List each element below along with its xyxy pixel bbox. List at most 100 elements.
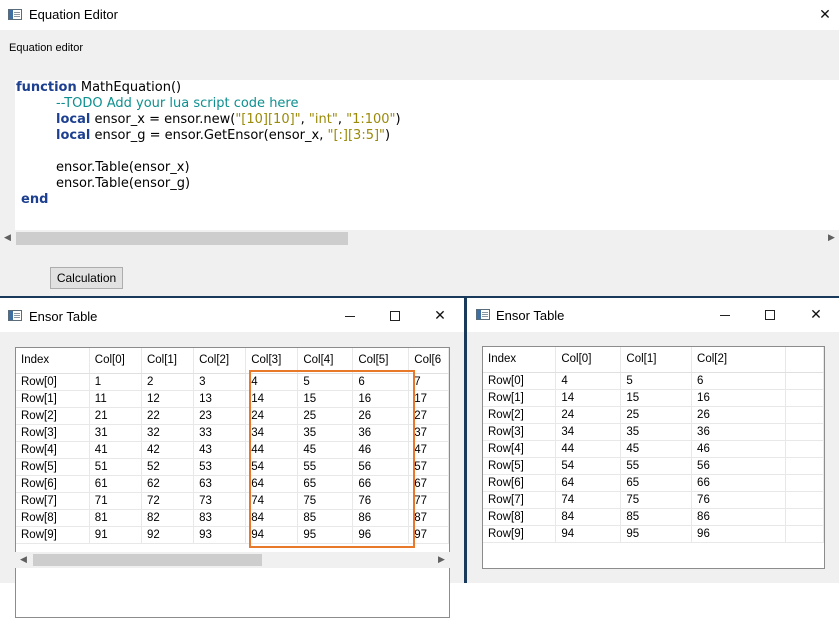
- table-cell[interactable]: 1: [89, 373, 142, 391]
- row-header[interactable]: Row[2]: [483, 406, 557, 424]
- table-cell[interactable]: [785, 508, 824, 526]
- table-cell[interactable]: 26: [352, 407, 410, 425]
- table-cell[interactable]: 4: [555, 372, 622, 390]
- table-cell[interactable]: 35: [297, 424, 354, 442]
- row-header[interactable]: Row[6]: [483, 474, 557, 492]
- table-cell[interactable]: 53: [193, 458, 247, 476]
- row-header[interactable]: Row[1]: [16, 390, 90, 408]
- table-cell[interactable]: 85: [620, 508, 693, 526]
- table-cell[interactable]: 62: [141, 475, 195, 493]
- table-cell[interactable]: [785, 491, 824, 509]
- table-cell[interactable]: 65: [620, 474, 693, 492]
- row-header[interactable]: Row[4]: [483, 440, 557, 458]
- column-header[interactable]: Col[1]: [620, 347, 693, 373]
- table-cell[interactable]: 13: [193, 390, 247, 408]
- table-cell[interactable]: 84: [245, 509, 299, 527]
- table1-grid[interactable]: Index Col[0] Col[1] Col[2] Col[3] Col[4] Col[5…: [15, 347, 450, 618]
- table1-horizontal-scrollbar[interactable]: ◀ ▶: [15, 552, 450, 568]
- scroll-right-icon[interactable]: ▶: [824, 232, 839, 245]
- table-cell[interactable]: 42: [141, 441, 195, 459]
- row-header[interactable]: Row[3]: [16, 424, 90, 442]
- column-header[interactable]: Col[0]: [89, 348, 142, 374]
- table-cell[interactable]: [785, 457, 824, 475]
- table-cell[interactable]: 81: [89, 509, 142, 527]
- table2-maximize-button[interactable]: [755, 303, 785, 327]
- column-header[interactable]: Col[1]: [141, 348, 195, 374]
- table-cell[interactable]: 87: [408, 509, 449, 527]
- table-cell[interactable]: 54: [245, 458, 299, 476]
- table-cell[interactable]: 25: [620, 406, 693, 424]
- table-cell[interactable]: 5: [297, 373, 354, 391]
- table-cell[interactable]: [785, 406, 824, 424]
- calculation-button[interactable]: Calculation: [50, 267, 123, 289]
- table-cell[interactable]: 64: [555, 474, 622, 492]
- column-header[interactable]: Index: [16, 348, 90, 374]
- row-header[interactable]: Row[9]: [483, 525, 557, 543]
- table-cell[interactable]: 57: [408, 458, 449, 476]
- table-cell[interactable]: 34: [555, 423, 622, 441]
- table-cell[interactable]: 45: [297, 441, 354, 459]
- scroll-left-icon[interactable]: ◀: [0, 232, 15, 245]
- table-cell[interactable]: 46: [691, 440, 787, 458]
- table-cell[interactable]: 36: [352, 424, 410, 442]
- table-cell[interactable]: 72: [141, 492, 195, 510]
- table1-minimize-button[interactable]: [335, 304, 365, 328]
- table-cell[interactable]: 66: [352, 475, 410, 493]
- table1-close-button[interactable]: ✕: [425, 304, 455, 328]
- column-header[interactable]: Col[4]: [297, 348, 354, 374]
- table-cell[interactable]: [785, 525, 824, 543]
- table-cell[interactable]: 35: [620, 423, 693, 441]
- row-header[interactable]: Row[4]: [16, 441, 90, 459]
- editor-horizontal-scrollbar[interactable]: ◀ ▶: [0, 231, 839, 246]
- table-cell[interactable]: 33: [193, 424, 247, 442]
- table-cell[interactable]: 14: [245, 390, 299, 408]
- scroll-left-icon[interactable]: ◀: [16, 553, 31, 567]
- column-header[interactable]: [785, 347, 824, 373]
- table-cell[interactable]: [785, 440, 824, 458]
- table-cell[interactable]: 21: [89, 407, 142, 425]
- table-cell[interactable]: 16: [691, 389, 787, 407]
- table-cell[interactable]: 23: [193, 407, 247, 425]
- column-header[interactable]: Col[6: [408, 348, 449, 374]
- table-cell[interactable]: 6: [691, 372, 787, 390]
- table-cell[interactable]: 74: [555, 491, 622, 509]
- table-cell[interactable]: 67: [408, 475, 449, 493]
- table-cell[interactable]: 26: [691, 406, 787, 424]
- table-cell[interactable]: 6: [352, 373, 410, 391]
- table-cell[interactable]: 77: [408, 492, 449, 510]
- table-cell[interactable]: 41: [89, 441, 142, 459]
- table-cell[interactable]: [785, 423, 824, 441]
- table-cell[interactable]: 31: [89, 424, 142, 442]
- column-header[interactable]: Col[3]: [245, 348, 299, 374]
- table-cell[interactable]: 11: [89, 390, 142, 408]
- table-cell[interactable]: 61: [89, 475, 142, 493]
- table-cell[interactable]: 86: [352, 509, 410, 527]
- column-header[interactable]: Col[2]: [691, 347, 787, 373]
- row-header[interactable]: Row[2]: [16, 407, 90, 425]
- column-header[interactable]: Col[5]: [352, 348, 410, 374]
- table-cell[interactable]: 22: [141, 407, 195, 425]
- table-cell[interactable]: 34: [245, 424, 299, 442]
- table-cell[interactable]: 66: [691, 474, 787, 492]
- table-cell[interactable]: 83: [193, 509, 247, 527]
- table-cell[interactable]: 32: [141, 424, 195, 442]
- table-cell[interactable]: 64: [245, 475, 299, 493]
- row-header[interactable]: Row[7]: [16, 492, 90, 510]
- table-cell[interactable]: 54: [555, 457, 622, 475]
- table-cell[interactable]: 2: [141, 373, 195, 391]
- row-header[interactable]: Row[8]: [16, 509, 90, 527]
- table2-close-button[interactable]: ✕: [801, 303, 831, 327]
- table-cell[interactable]: 12: [141, 390, 195, 408]
- table-cell[interactable]: 45: [620, 440, 693, 458]
- table-cell[interactable]: 43: [193, 441, 247, 459]
- column-header[interactable]: Col[0]: [555, 347, 622, 373]
- table-cell[interactable]: 15: [620, 389, 693, 407]
- table-cell[interactable]: [785, 389, 824, 407]
- table1-maximize-button[interactable]: [380, 304, 410, 328]
- table-cell[interactable]: 75: [297, 492, 354, 510]
- row-header[interactable]: Row[7]: [483, 491, 557, 509]
- table-cell[interactable]: 94: [245, 526, 299, 544]
- row-header[interactable]: Row[0]: [16, 373, 90, 391]
- scroll-thumb[interactable]: [16, 232, 348, 245]
- table-cell[interactable]: 84: [555, 508, 622, 526]
